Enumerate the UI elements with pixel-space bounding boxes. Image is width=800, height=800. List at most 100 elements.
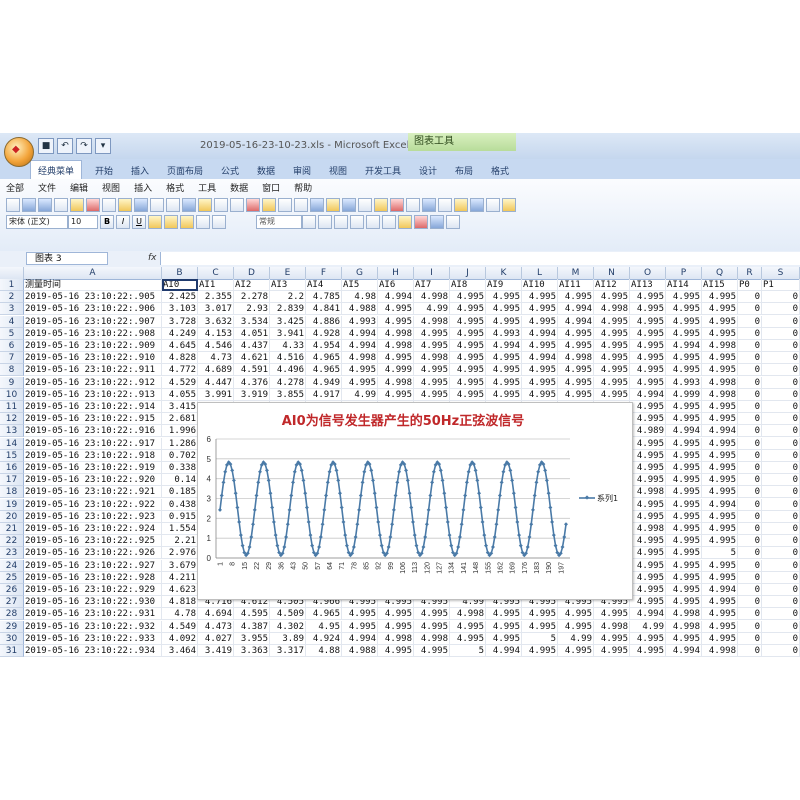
- cell[interactable]: 0: [762, 535, 800, 548]
- cell[interactable]: 4.998: [702, 376, 738, 389]
- cell[interactable]: 2019-05-16 23:10:22:.914: [24, 401, 162, 413]
- cell[interactable]: 4.917: [306, 388, 342, 401]
- cell[interactable]: 4.995: [630, 315, 666, 328]
- cell[interactable]: 4.995: [594, 291, 630, 304]
- cell[interactable]: 3.89: [270, 632, 306, 645]
- ribbon-tab[interactable]: 视图: [322, 162, 354, 179]
- cell[interactable]: 5: [702, 547, 738, 560]
- cell[interactable]: 3.991: [198, 388, 234, 401]
- cell[interactable]: 0: [762, 413, 800, 426]
- cell[interactable]: 0: [762, 291, 800, 304]
- cell[interactable]: 4.994: [558, 303, 594, 316]
- cell[interactable]: 4.995: [522, 303, 558, 316]
- cell[interactable]: 4.689: [198, 364, 234, 377]
- cell[interactable]: 4.995: [702, 413, 738, 426]
- toolbar-icon[interactable]: [118, 198, 132, 212]
- column-header[interactable]: M: [558, 267, 594, 279]
- cell[interactable]: 4.998: [558, 352, 594, 365]
- cell[interactable]: 4.818: [162, 596, 198, 609]
- cell[interactable]: 0: [762, 559, 800, 572]
- cell[interactable]: 4.995: [702, 571, 738, 584]
- cell[interactable]: 4.988: [342, 303, 378, 316]
- cell[interactable]: 4.995: [342, 364, 378, 377]
- cell[interactable]: 0: [762, 401, 800, 413]
- cell[interactable]: 2.2: [270, 291, 306, 304]
- cell[interactable]: 4.995: [630, 498, 666, 511]
- row-header[interactable]: 15: [0, 449, 24, 462]
- cell[interactable]: 4.995: [630, 510, 666, 523]
- cell[interactable]: 2019-05-16 23:10:22:.913: [24, 388, 162, 401]
- cell[interactable]: 2019-05-16 23:10:22:.911: [24, 364, 162, 377]
- cell[interactable]: 0: [762, 596, 800, 609]
- cell[interactable]: 5: [522, 632, 558, 645]
- cell[interactable]: 4.994: [522, 352, 558, 365]
- ribbon-tab[interactable]: 插入: [124, 162, 156, 179]
- cell[interactable]: 4.995: [702, 474, 738, 487]
- cell[interactable]: 4.995: [630, 291, 666, 304]
- cell[interactable]: 4.995: [630, 449, 666, 462]
- cell[interactable]: 4.995: [666, 632, 702, 645]
- cell[interactable]: 4.998: [342, 352, 378, 365]
- cell[interactable]: 4.995: [702, 303, 738, 316]
- column-header[interactable]: L: [522, 267, 558, 279]
- cell[interactable]: 4.595: [234, 608, 270, 621]
- cell[interactable]: 4.278: [270, 376, 306, 389]
- align-center-icon[interactable]: [164, 215, 178, 229]
- cell[interactable]: 4.995: [594, 340, 630, 352]
- cell[interactable]: 4.998: [594, 303, 630, 316]
- cell[interactable]: 0: [738, 523, 762, 535]
- cell[interactable]: 4.995: [378, 608, 414, 621]
- cell[interactable]: 4.249: [162, 327, 198, 340]
- toolbar-icon[interactable]: [86, 198, 100, 212]
- cell[interactable]: 4.092: [162, 632, 198, 645]
- cell[interactable]: 4.994: [630, 388, 666, 401]
- cell[interactable]: 4.995: [414, 340, 450, 352]
- cell[interactable]: 4.98: [342, 291, 378, 304]
- cell[interactable]: 0: [738, 645, 762, 657]
- cell[interactable]: 0: [762, 486, 800, 499]
- menu-item[interactable]: 工具: [198, 181, 216, 195]
- column-header[interactable]: I: [414, 267, 450, 279]
- cell[interactable]: 0.338: [162, 462, 198, 474]
- cell[interactable]: 4.496: [270, 364, 306, 377]
- cell[interactable]: 3.941: [270, 327, 306, 340]
- cell[interactable]: 2019-05-16 23:10:22:.932: [24, 620, 162, 633]
- cell[interactable]: 3.728: [162, 315, 198, 328]
- cell[interactable]: 4.995: [486, 303, 522, 316]
- cell[interactable]: 4.995: [414, 376, 450, 389]
- cell[interactable]: 3.363: [234, 645, 270, 657]
- cell[interactable]: 3.415: [162, 401, 198, 413]
- cell[interactable]: 4.995: [486, 608, 522, 621]
- row-header[interactable]: 16: [0, 462, 24, 474]
- toolbar-icon[interactable]: [262, 198, 276, 212]
- cell[interactable]: 1.286: [162, 437, 198, 450]
- cell[interactable]: 2019-05-16 23:10:22:.916: [24, 425, 162, 438]
- cell[interactable]: 4.995: [630, 340, 666, 352]
- cell[interactable]: 4.995: [486, 364, 522, 377]
- cell[interactable]: 0: [738, 315, 762, 328]
- ribbon-tab[interactable]: 经典菜单: [30, 160, 83, 180]
- column-header[interactable]: C: [198, 267, 234, 279]
- cell[interactable]: AI14: [666, 279, 702, 291]
- cell[interactable]: 4.995: [630, 303, 666, 316]
- cell[interactable]: 0.702: [162, 449, 198, 462]
- cell[interactable]: 4.994: [486, 340, 522, 352]
- cell[interactable]: 4.993: [486, 327, 522, 340]
- cell[interactable]: 4.995: [522, 340, 558, 352]
- cell[interactable]: 4.153: [198, 327, 234, 340]
- select-all-corner[interactable]: [0, 267, 24, 279]
- cell[interactable]: 4.995: [450, 340, 486, 352]
- cell[interactable]: 4.998: [414, 352, 450, 365]
- cell[interactable]: 2019-05-16 23:10:22:.910: [24, 352, 162, 365]
- cell[interactable]: 4.99: [630, 620, 666, 633]
- ribbon-tab[interactable]: 公式: [214, 162, 246, 179]
- cell[interactable]: 4.994: [522, 327, 558, 340]
- cell[interactable]: 0: [762, 510, 800, 523]
- cell[interactable]: 4.994: [342, 632, 378, 645]
- cell[interactable]: 4.998: [378, 340, 414, 352]
- fx-icon[interactable]: fx: [148, 253, 157, 263]
- cell[interactable]: 2.355: [198, 291, 234, 304]
- cell[interactable]: 4.995: [378, 315, 414, 328]
- cell[interactable]: 4.995: [558, 620, 594, 633]
- column-header[interactable]: F: [306, 267, 342, 279]
